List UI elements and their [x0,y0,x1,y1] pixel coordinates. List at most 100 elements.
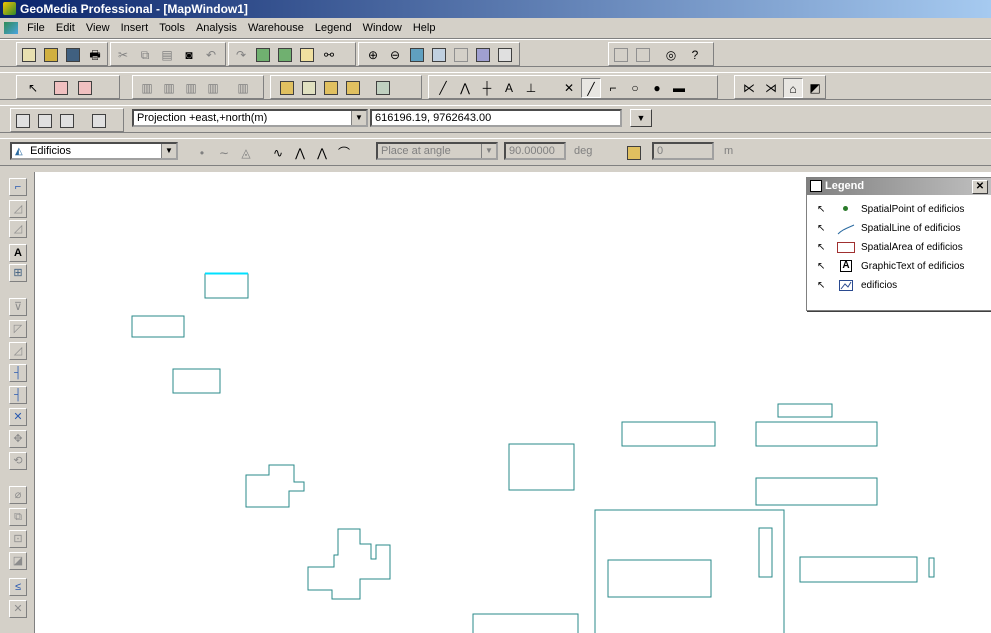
spatial-filter-icon[interactable] [473,45,493,65]
place-line-icon[interactable]: ∼ [214,143,234,163]
building[interactable] [758,527,773,578]
menu-tools[interactable]: Tools [155,18,189,38]
parcel-boundary[interactable] [594,509,785,633]
snap-icon[interactable]: ⊡ [9,530,27,548]
select-set-icon[interactable] [253,45,273,65]
insert-feature-icon[interactable] [277,78,297,98]
menu-view[interactable]: View [82,18,114,38]
menu-insert[interactable]: Insert [117,18,153,38]
previous-view-icon[interactable] [451,45,471,65]
chevron-down-icon[interactable]: ▼ [161,144,176,158]
rotate-icon[interactable]: ⟲ [9,452,27,470]
menu-help[interactable]: Help [409,18,440,38]
fit-selected-icon[interactable] [429,45,449,65]
redo-icon[interactable]: ↷ [231,45,251,65]
place-area-icon[interactable]: ◬ [236,143,256,163]
coordinate-2-icon[interactable] [35,111,55,131]
draw-snap-icon[interactable]: ⊥ [521,78,541,98]
menu-warehouse[interactable]: Warehouse [244,18,308,38]
delete-vertex-icon[interactable]: ✕ [9,408,27,426]
building[interactable] [172,368,221,394]
menu-analysis[interactable]: Analysis [192,18,241,38]
data-window-icon[interactable] [495,45,515,65]
legend-entry[interactable]: ↖ SpatialArea of edificios [807,238,991,257]
new-workspace-icon[interactable] [19,45,39,65]
paste-icon[interactable]: ▤ [157,45,177,65]
angle-input[interactable]: 90.00000 [504,142,566,160]
split-icon[interactable]: ┤ [9,364,27,382]
menu-file[interactable]: File [23,18,49,38]
close-icon[interactable]: ✕ [972,180,988,194]
select-arrow-icon[interactable]: ↖ [817,257,825,276]
insert-image-icon[interactable] [373,78,393,98]
draw-polyline-icon[interactable]: ⋀ [455,78,475,98]
menu-edit[interactable]: Edit [52,18,79,38]
vertex-edit-icon[interactable]: ⋀ [312,143,332,163]
draw-text-icon[interactable]: A [499,78,519,98]
attribute-select-2-icon[interactable] [75,78,95,98]
fit-all-icon[interactable] [407,45,427,65]
coordinate-field[interactable]: 616196.19, 9762643.00 [370,109,622,127]
select-arrow-icon[interactable]: ↖ [817,219,825,238]
attribute-select-icon[interactable] [51,78,71,98]
feature-class-select[interactable]: ◭ Edificios ▼ [10,142,178,160]
move-icon[interactable]: ✥ [9,430,27,448]
analysis-icon[interactable] [633,45,653,65]
print-icon[interactable]: 🖶 [85,45,105,65]
draw-line-icon[interactable]: ╱ [433,78,453,98]
context-help-icon[interactable]: ? [685,45,705,65]
menu-legend[interactable]: Legend [311,18,356,38]
place-point-icon[interactable]: • [192,143,212,163]
placement-mode-select[interactable]: Place at angle ▼ [376,142,498,160]
select-pointer-icon[interactable]: ↖ [23,78,43,98]
camera-icon[interactable]: ◙ [179,45,199,65]
line-style-icon[interactable]: ╱ [581,78,601,98]
building[interactable] [621,421,716,447]
continue-icon[interactable]: ◪ [9,552,27,570]
building[interactable] [799,556,918,583]
building[interactable] [777,403,833,418]
undo-icon[interactable]: ↶ [201,45,221,65]
text-icon[interactable]: A [9,244,27,262]
insert-vertex-icon[interactable]: ┤ [9,386,27,404]
building[interactable] [755,477,878,506]
binoculars-icon[interactable]: ⚯ [319,45,339,65]
mdi-child-icon[interactable] [4,22,18,34]
rectangle-icon[interactable]: ▬ [669,78,689,98]
precision-icon[interactable] [89,111,109,131]
label-icon[interactable]: ⊞ [9,264,27,282]
cut-icon[interactable]: ✂ [113,45,133,65]
construct-2-icon[interactable]: ◿ [9,220,27,238]
query-icon[interactable] [611,45,631,65]
legend-entry[interactable]: ↖ SpatialLine of edificios [807,219,991,238]
curve-icon[interactable]: ⌒ [334,143,354,163]
legend-title-bar[interactable]: Legend ✕ [807,178,991,195]
topology-3-icon[interactable]: ⌂ [783,78,803,98]
layout-3-icon[interactable]: ▥ [181,78,201,98]
legend-entry[interactable]: ↖ SpatialPoint of edificios [807,200,991,219]
topology-2-icon[interactable]: ⋊ [761,78,781,98]
select-arrow-icon[interactable]: ↖ [817,276,825,295]
arc-icon[interactable]: ⌐ [603,78,623,98]
delete-icon[interactable]: ✕ [9,600,27,618]
building[interactable] [131,315,185,338]
select-tools-icon[interactable] [275,45,295,65]
properties-icon[interactable] [297,45,317,65]
select-arrow-icon[interactable]: ↖ [817,238,825,257]
offset-icon[interactable]: ◿ [9,342,27,360]
insert-area-icon[interactable] [343,78,363,98]
trim-icon[interactable]: ⊽ [9,298,27,316]
building[interactable] [928,557,935,578]
building[interactable] [607,559,712,598]
building[interactable] [472,613,579,633]
open-workspace-icon[interactable] [41,45,61,65]
building[interactable] [755,421,878,447]
circle-icon[interactable]: ○ [625,78,645,98]
insert-text-icon[interactable] [299,78,319,98]
topology-1-icon[interactable]: ⋉ [739,78,759,98]
zoom-out-icon[interactable]: ⊖ [385,45,405,65]
save-workspace-icon[interactable] [63,45,83,65]
vertex-line-icon[interactable]: ⋀ [290,143,310,163]
building[interactable] [508,443,575,491]
layout-5-icon[interactable]: ▥ [233,78,253,98]
